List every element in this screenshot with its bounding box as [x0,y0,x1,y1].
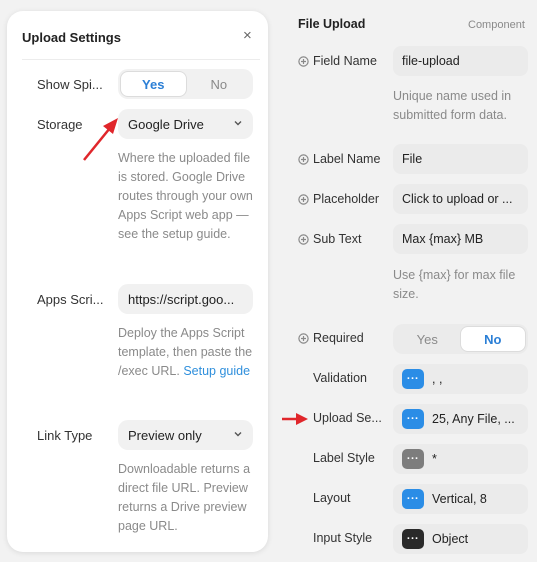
panel-title: File Upload [298,17,366,31]
plus-circle-icon[interactable] [298,56,309,67]
input-style-value: Object [432,532,469,546]
validation-label: Validation [313,371,367,385]
link-type-value: Preview only [128,427,202,443]
more-icon[interactable]: ... [402,409,424,429]
link-type-select[interactable]: Preview only [118,420,253,450]
chevron-down-icon [234,121,242,126]
more-icon[interactable]: ... [402,369,424,389]
close-icon[interactable]: × [243,27,252,44]
show-spinner-toggle[interactable]: Yes No [118,69,253,99]
layout-label: Layout [313,491,351,505]
required-yes[interactable]: Yes [395,326,460,352]
component-tag: Component [468,19,525,31]
validation-field[interactable]: ... , , [393,364,528,394]
field-name-input[interactable]: file-upload [393,46,528,76]
link-type-help: Downloadable returns a direct file URL. … [118,462,251,533]
show-spinner-yes[interactable]: Yes [120,71,187,97]
popover-title: Upload Settings [22,30,121,45]
setup-guide-link[interactable]: Setup guide [183,364,250,378]
plus-circle-icon[interactable] [298,234,309,245]
apps-script-help: Deploy the Apps Script template, then pa… [118,324,258,381]
storage-help: Where the uploaded file is stored. Googl… [118,151,253,241]
apps-script-url-input[interactable]: https://script.goo... [118,284,253,314]
required-label: Required [313,331,364,345]
field-name-label: Field Name [313,54,377,68]
storage-label: Storage [37,117,83,132]
upload-settings-value: 25, Any File, ... [432,412,515,426]
sub-text-label: Sub Text [313,232,362,246]
placeholder-input[interactable]: Click to upload or ... [393,184,528,214]
layout-field[interactable]: ... Vertical, 8 [393,484,528,514]
label-style-label: Label Style [313,451,375,465]
annotation-arrow-icon [83,118,118,161]
upload-settings-popover: Upload Settings × Show Spi... Yes No Sto… [7,11,268,552]
show-spinner-no[interactable]: No [187,71,252,97]
label-name-label: Label Name [313,152,381,166]
chevron-down-icon [234,432,242,437]
field-name-help: Unique name used in submitted form data. [393,89,512,122]
link-type-label: Link Type [37,428,93,443]
divider [22,59,260,60]
more-icon[interactable]: ... [402,449,424,469]
apps-script-url-value: https://script.goo... [128,291,235,307]
plus-circle-icon[interactable] [298,154,309,165]
more-icon[interactable]: ... [402,529,424,549]
required-toggle[interactable]: Yes No [393,324,528,354]
apps-script-label: Apps Scri... [37,292,104,307]
label-style-value: * [432,452,437,466]
storage-select[interactable]: Google Drive [118,109,253,139]
show-spinner-label: Show Spi... [37,77,103,92]
layout-value: Vertical, 8 [432,492,487,506]
label-style-field[interactable]: ... * [393,444,528,474]
upload-settings-label: Upload Se... [313,411,382,425]
annotation-arrow-icon [282,413,308,425]
input-style-field[interactable]: ... Object [393,524,528,554]
plus-circle-icon[interactable] [298,194,309,205]
validation-value: , , [432,372,443,386]
sub-text-input[interactable]: Max {max} MB [393,224,528,254]
required-no[interactable]: No [459,326,526,352]
more-icon[interactable]: ... [402,489,424,509]
storage-value: Google Drive [128,116,204,132]
sub-text-help: Use {max} for max file size. [393,268,516,301]
upload-settings-field[interactable]: ... 25, Any File, ... [393,404,528,434]
input-style-label: Input Style [313,531,373,545]
plus-circle-icon[interactable] [298,333,309,344]
placeholder-label: Placeholder [313,192,380,206]
label-name-input[interactable]: File [393,144,528,174]
